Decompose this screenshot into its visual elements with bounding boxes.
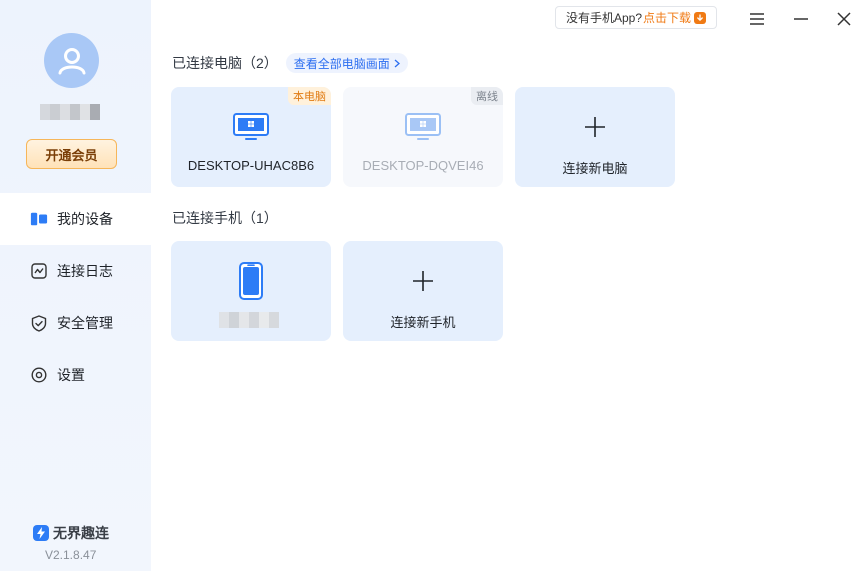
download-link[interactable]: 点击下载 — [643, 9, 691, 26]
monitor-icon — [404, 112, 442, 147]
add-phone-card[interactable]: 连接新手机 — [343, 241, 503, 341]
view-all-computers-button[interactable]: 查看全部电脑画面 — [285, 53, 408, 73]
offline-tag: 离线 — [471, 87, 503, 105]
download-icon — [694, 11, 707, 24]
menu-icon[interactable] — [747, 9, 767, 29]
app-brand: 无界趣连 — [33, 523, 109, 543]
banner-text: 没有手机App? — [566, 11, 643, 25]
add-computer-card[interactable]: 连接新电脑 — [515, 87, 675, 187]
user-icon — [58, 47, 85, 74]
sidebar-item-label: 安全管理 — [57, 315, 113, 331]
close-icon[interactable] — [834, 9, 854, 29]
phones-section-header: 已连接手机（1） — [172, 208, 278, 228]
minimize-icon[interactable] — [791, 9, 811, 29]
phone-name-blurred — [219, 312, 279, 328]
computer-name: DESKTOP-UHAC8B6 — [187, 158, 315, 173]
plus-icon — [584, 116, 606, 143]
computers-title: 已连接电脑（2） — [172, 55, 278, 71]
view-all-label: 查看全部电脑画面 — [293, 56, 390, 71]
sidebar-item-devices[interactable]: 我的设备 — [0, 193, 151, 245]
devices-icon — [30, 210, 48, 228]
computer-card-offline[interactable]: 离线 DESKTOP-DQVEI46 — [343, 87, 503, 187]
vip-button[interactable]: 开通会员 — [26, 139, 117, 169]
avatar[interactable] — [44, 33, 99, 88]
computer-card-local[interactable]: 本电脑 DESKTOP-UHAC8B6 — [171, 87, 331, 187]
sidebar-item-settings[interactable]: 设置 — [0, 349, 151, 401]
sidebar-item-security[interactable]: 安全管理 — [0, 297, 151, 349]
settings-icon — [30, 366, 48, 384]
phone-icon — [238, 261, 264, 306]
computer-name: DESKTOP-DQVEI46 — [362, 158, 484, 173]
app-window: 开通会员 我的设备 连接日志 安全管理 设置 无界趣连 V2.1.8.47 没有… — [0, 0, 861, 571]
computers-section-header: 已连接电脑（2） 查看全部电脑画面 — [172, 53, 408, 73]
sidebar-item-label: 我的设备 — [57, 211, 113, 227]
monitor-icon — [232, 112, 270, 147]
sidebar-nav: 我的设备 连接日志 安全管理 设置 — [0, 193, 151, 401]
add-computer-label: 连接新电脑 — [562, 161, 628, 176]
phones-title: 已连接手机（1） — [172, 210, 278, 226]
sidebar: 开通会员 我的设备 连接日志 安全管理 设置 无界趣连 V2.1.8.47 — [0, 0, 151, 571]
app-name: 无界趣连 — [53, 525, 109, 541]
local-computer-tag: 本电脑 — [288, 87, 331, 105]
log-chart-icon — [30, 262, 48, 280]
download-app-banner[interactable]: 没有手机App? 点击下载 — [555, 6, 718, 29]
chevron-right-icon — [394, 59, 400, 67]
sidebar-item-connection-log[interactable]: 连接日志 — [0, 245, 151, 297]
plus-icon — [412, 270, 434, 297]
shield-check-icon — [30, 314, 48, 332]
phone-card[interactable] — [171, 241, 331, 341]
app-version: V2.1.8.47 — [45, 548, 97, 562]
username-blurred — [40, 104, 100, 120]
sidebar-item-label: 连接日志 — [57, 263, 113, 279]
app-logo-icon — [33, 525, 49, 541]
sidebar-item-label: 设置 — [57, 367, 85, 383]
add-phone-label: 连接新手机 — [390, 315, 456, 330]
